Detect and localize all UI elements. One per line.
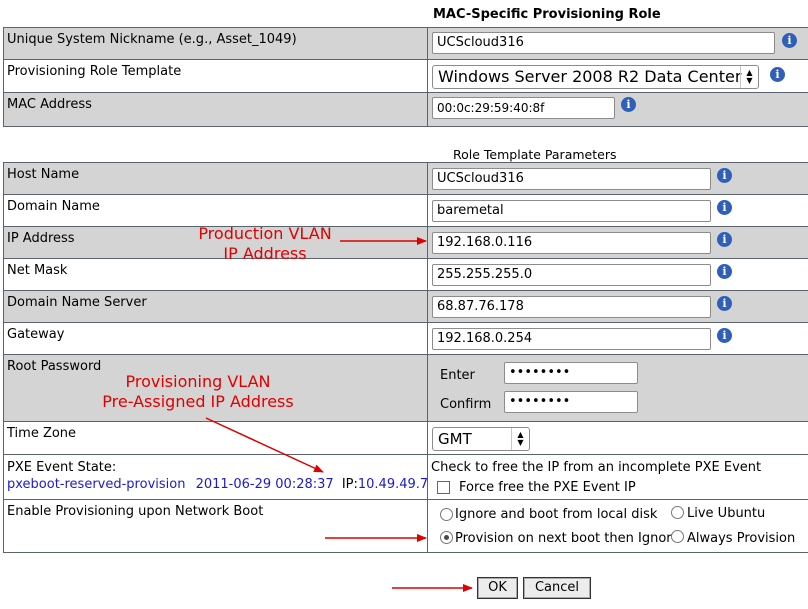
annotation-arrows: [205, 237, 473, 592]
arrow-to-pxe-ip: [205, 417, 324, 473]
